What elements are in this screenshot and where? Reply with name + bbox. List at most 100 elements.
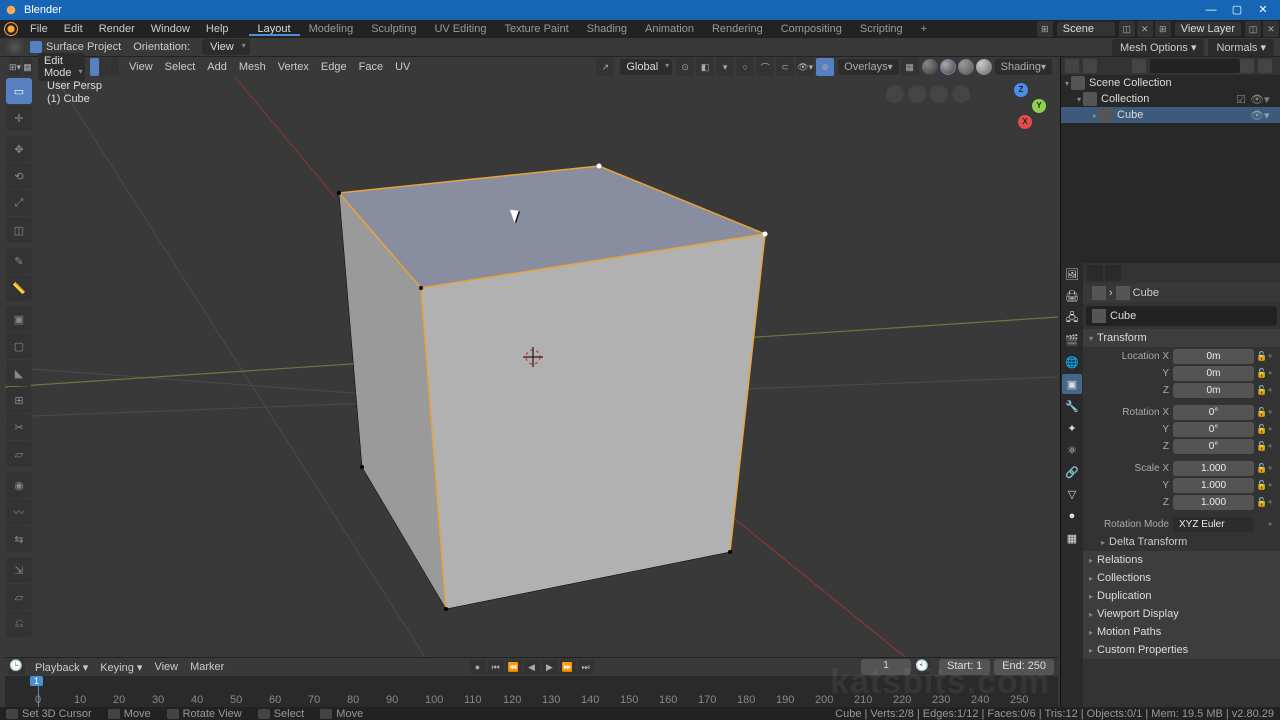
rot-z-field[interactable]: 0° — [1173, 439, 1254, 454]
scene-browse-icon[interactable]: ⊞ — [1037, 21, 1053, 37]
mode-icon[interactable]: ▦ — [23, 58, 32, 76]
lock-icon[interactable]: 🔓 — [1256, 351, 1268, 362]
axis-y[interactable]: Y — [1032, 99, 1046, 113]
mesh-display-dropdown[interactable]: 👁▾ — [796, 58, 814, 76]
transform-orientation-dropdown[interactable]: Global — [620, 59, 672, 75]
menu-edit[interactable]: Edit — [56, 20, 91, 38]
jump-prev-key[interactable]: ⏪ — [506, 660, 522, 674]
proportional-connected[interactable]: ⊂ — [776, 58, 794, 76]
proportional-falloff[interactable]: ⌒ — [756, 58, 774, 76]
scale-z-field[interactable]: 1.000 — [1173, 495, 1254, 510]
tool-annotate[interactable]: ✎ — [6, 248, 32, 274]
shading-wireframe[interactable] — [922, 59, 938, 75]
workspace-tab-compositing[interactable]: Compositing — [772, 23, 851, 35]
workspace-tab-scripting[interactable]: Scripting — [851, 23, 912, 35]
maximize-button[interactable]: ▢ — [1224, 1, 1250, 19]
workspace-tab-layout[interactable]: Layout — [249, 23, 300, 35]
tool-edgeslide[interactable]: ⇆ — [6, 526, 32, 552]
tool-move[interactable]: ✥ — [6, 136, 32, 162]
edge-select-icon[interactable] — [100, 58, 109, 76]
3d-viewport[interactable]: User Persp (1) Cube ▭ ✛ ✥ ⟲ ⤢ ◫ ✎ 📏 ▣ ▢ … — [5, 77, 1058, 657]
prop-tab-world[interactable]: 🌐 — [1062, 352, 1082, 372]
vertex-select-icon[interactable] — [90, 58, 99, 76]
workspace-tab-rendering[interactable]: Rendering — [703, 23, 772, 35]
prop-tab-constraints[interactable]: 🔗 — [1062, 462, 1082, 482]
workspace-tab-animation[interactable]: Animation — [636, 23, 703, 35]
tool-polybuild[interactable]: ▱ — [6, 441, 32, 467]
loc-y-field[interactable]: 0m — [1173, 366, 1254, 381]
workspace-tab-texturepaint[interactable]: Texture Paint — [495, 23, 577, 35]
proportional-toggle[interactable]: ○ — [736, 58, 754, 76]
new-collection-icon[interactable] — [1258, 59, 1272, 73]
camera-icon[interactable] — [930, 85, 948, 103]
minimize-button[interactable]: — — [1198, 1, 1224, 19]
orientation-dropdown[interactable]: View — [202, 39, 250, 55]
properties-editor-icon[interactable] — [1087, 265, 1103, 281]
viewport-menu-vertex[interactable]: Vertex — [272, 61, 315, 73]
viewport-menu-uv[interactable]: UV — [389, 61, 416, 73]
menu-file[interactable]: File — [22, 20, 56, 38]
rot-y-field[interactable]: 0° — [1173, 422, 1254, 437]
xray-toggle[interactable]: ▦ — [901, 58, 919, 76]
panel-relations[interactable]: ▸Relations — [1083, 551, 1280, 569]
jump-end[interactable]: ⏭ — [578, 660, 594, 674]
prop-tab-meshdata[interactable]: ▽ — [1062, 484, 1082, 504]
close-button[interactable]: ✕ — [1250, 1, 1276, 19]
play-reverse[interactable]: ◀ — [524, 660, 540, 674]
axis-z[interactable]: Z — [1014, 83, 1028, 97]
tool-measure[interactable]: 📏 — [6, 275, 32, 301]
object-name-field[interactable]: Cube — [1086, 306, 1277, 326]
prop-tab-texture[interactable]: ▦ — [1062, 528, 1082, 548]
viewport-menu-add[interactable]: Add — [201, 61, 233, 73]
tool-cursor[interactable]: ✛ — [6, 105, 32, 131]
prop-tab-scene[interactable]: 🎬 — [1062, 330, 1082, 350]
jump-next-key[interactable]: ⏩ — [560, 660, 576, 674]
viewport-menu-view[interactable]: View — [123, 61, 159, 73]
editor-type-dropdown[interactable]: ⊞▾ — [9, 58, 21, 76]
tool-bevel[interactable]: ◣ — [6, 360, 32, 386]
tool-extrude[interactable]: ▣ — [6, 306, 32, 332]
viewlayer-browse-icon[interactable]: ⊞ — [1155, 21, 1171, 37]
jump-start[interactable]: ⏮ — [488, 660, 504, 674]
outliner-item-cube[interactable]: ▸ Cube 👁▾ — [1061, 107, 1280, 123]
play[interactable]: ▶ — [542, 660, 558, 674]
timeline-menu-view[interactable]: View — [148, 661, 184, 673]
filter-icon[interactable] — [1240, 59, 1254, 73]
panel-collections[interactable]: ▸Collections — [1083, 569, 1280, 587]
axis-x[interactable]: X — [1018, 115, 1032, 129]
loc-z-field[interactable]: 0m — [1173, 383, 1254, 398]
viewport-menu-face[interactable]: Face — [353, 61, 389, 73]
outliner-editor-icon[interactable] — [1065, 59, 1079, 73]
panel-transform[interactable]: ▾Transform — [1083, 329, 1280, 347]
tool-scale[interactable]: ⤢ — [6, 190, 32, 216]
menu-render[interactable]: Render — [91, 20, 143, 38]
nav-gizmo[interactable]: Z Y X — [984, 83, 1046, 133]
timeline-menu-keying[interactable]: Keying ▾ — [94, 661, 148, 674]
rot-mode-dropdown[interactable]: XYZ Euler — [1173, 517, 1254, 532]
workspace-tab-modeling[interactable]: Modeling — [300, 23, 363, 35]
scale-y-field[interactable]: 1.000 — [1173, 478, 1254, 493]
viewport-menu-edge[interactable]: Edge — [315, 61, 353, 73]
search-icon[interactable] — [1132, 59, 1146, 73]
autokey-toggle[interactable]: ● — [470, 660, 486, 674]
prop-tab-particles[interactable]: ✦ — [1062, 418, 1082, 438]
shading-dropdown[interactable]: Shading ▾ — [995, 59, 1052, 75]
workspace-tab-uvediting[interactable]: UV Editing — [425, 23, 495, 35]
tool-spin[interactable]: ◉ — [6, 472, 32, 498]
tool-smooth[interactable]: 〰 — [6, 499, 32, 525]
tool-transform[interactable]: ◫ — [6, 217, 32, 243]
workspace-tab-shading[interactable]: Shading — [578, 23, 636, 35]
outliner-scene-collection[interactable]: ▾ Scene Collection — [1061, 75, 1280, 91]
viewlayer-new-icon[interactable]: ◫ — [1245, 21, 1261, 37]
workspace-tab-sculpting[interactable]: Sculpting — [362, 23, 425, 35]
shading-lookdev[interactable] — [958, 59, 974, 75]
outliner-search[interactable] — [1150, 59, 1240, 73]
timeline-menu-playback[interactable]: Playback ▾ — [29, 661, 94, 674]
normals-dropdown[interactable]: Normals ▾ — [1208, 39, 1274, 56]
face-select-icon[interactable] — [110, 58, 119, 76]
prop-tab-physics[interactable]: ⚛ — [1062, 440, 1082, 460]
mode-dropdown[interactable]: Edit Mode — [38, 53, 86, 81]
viewport-menu-mesh[interactable]: Mesh — [233, 61, 272, 73]
panel-delta[interactable]: ▸Delta Transform — [1083, 533, 1280, 551]
panel-viewport-display[interactable]: ▸Viewport Display — [1083, 605, 1280, 623]
